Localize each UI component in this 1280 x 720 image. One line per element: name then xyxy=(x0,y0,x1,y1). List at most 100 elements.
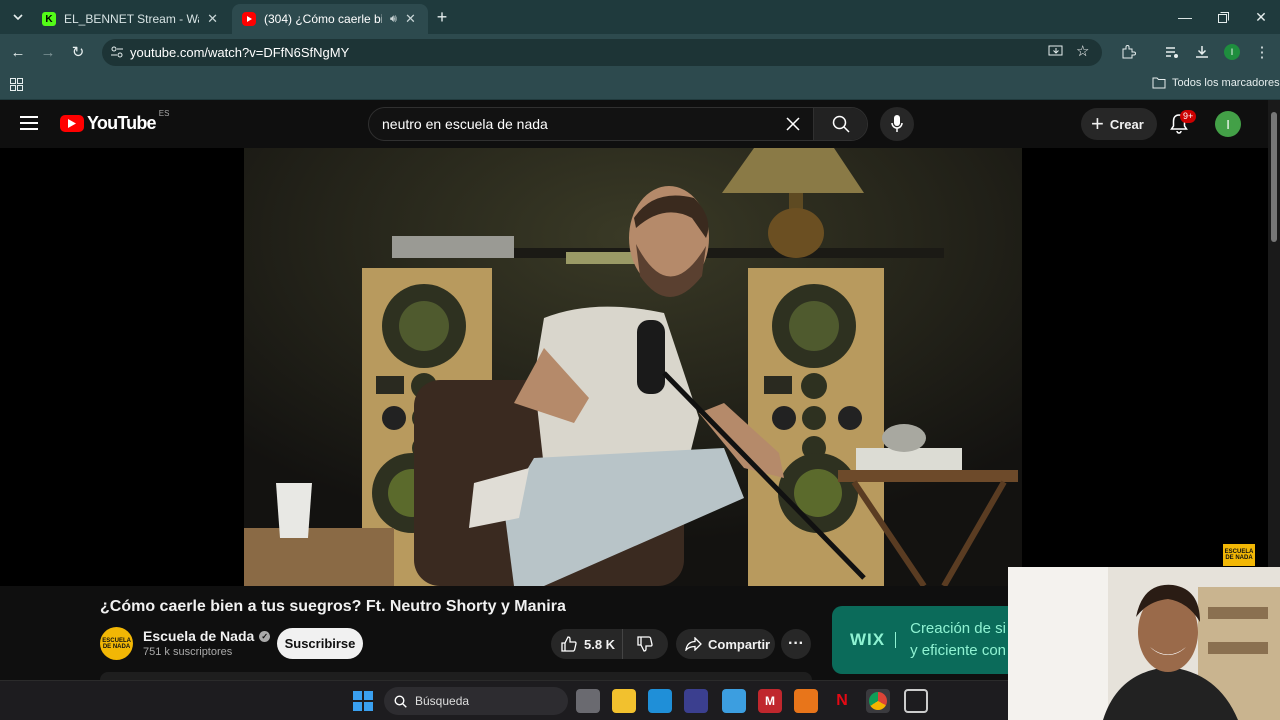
windows-start-icon[interactable] xyxy=(351,689,375,713)
install-app-icon[interactable] xyxy=(1048,43,1064,62)
like-dislike-group: 5.8 K xyxy=(551,629,668,659)
chrome-icon xyxy=(869,692,887,710)
taskbar-search-placeholder: Búsqueda xyxy=(415,694,470,708)
taskbar-search[interactable]: Búsqueda xyxy=(384,687,568,715)
site-info-icon[interactable] xyxy=(110,45,124,62)
share-arrow-icon xyxy=(685,637,702,651)
create-button[interactable]: + Crear xyxy=(1081,108,1157,140)
youtube-header: YouTube ES neutro en escuela de nada + C… xyxy=(0,100,1268,148)
more-menu-icon[interactable]: ⋮ xyxy=(1250,40,1274,64)
netflix-icon[interactable]: N xyxy=(830,689,854,713)
youtube-logo-icon xyxy=(60,115,84,132)
youtube-icon xyxy=(242,12,256,26)
region-code: ES xyxy=(158,109,170,118)
channel-name[interactable]: Escuela de Nada xyxy=(143,628,254,644)
file-explorer-icon[interactable] xyxy=(612,689,636,713)
more-dots-icon: ··· xyxy=(788,635,804,652)
search-icon xyxy=(394,694,407,708)
video-frame[interactable] xyxy=(244,148,1022,586)
plus-icon: + xyxy=(1091,111,1104,136)
webcam-overlay xyxy=(1008,567,1280,720)
user-avatar[interactable]: I xyxy=(1215,111,1241,137)
video-title: ¿Cómo caerle bien a tus suegros? Ft. Neu… xyxy=(100,598,566,615)
weather-app-icon[interactable] xyxy=(722,689,746,713)
like-count: 5.8 K xyxy=(584,636,616,652)
subscribe-button[interactable]: Suscribirse xyxy=(277,628,363,659)
speaker-icon[interactable]: 🔊︎ xyxy=(390,13,397,26)
kick-icon: K xyxy=(42,12,56,26)
task-view-icon[interactable] xyxy=(576,689,600,713)
thumbs-down-icon xyxy=(637,636,653,652)
share-button[interactable]: Compartir xyxy=(676,629,775,659)
tab-title: (304) ¿Cómo caerle bien a tus suegros? xyxy=(264,12,382,26)
description-box[interactable] xyxy=(100,672,812,680)
create-label: Crear xyxy=(1109,116,1144,132)
chrome-taskbar-icon[interactable] xyxy=(866,689,890,713)
youtube-logo-text: YouTube xyxy=(87,113,157,133)
scrollbar-thumb[interactable] xyxy=(1271,112,1277,242)
minimize-icon[interactable]: — xyxy=(1166,0,1204,34)
microphone-icon xyxy=(891,115,903,132)
youtube-logo[interactable]: YouTube ES xyxy=(60,109,169,134)
like-button[interactable]: 5.8 K xyxy=(551,629,623,659)
browser-toolbar: ← → ↻ youtube.com/watch?v=DFfN6SfNgMY ☆ … xyxy=(0,34,1280,70)
tab-kick-stream[interactable]: K EL_BENNET Stream - Watch Live ✕ xyxy=(32,4,228,34)
voice-search-button[interactable] xyxy=(880,107,914,141)
channel-name-row[interactable]: Escuela de Nada ✓ xyxy=(143,628,271,644)
restore-icon[interactable] xyxy=(1204,0,1242,34)
notification-badge: 9+ xyxy=(1180,110,1197,123)
firefox-icon[interactable] xyxy=(794,689,818,713)
edge-icon[interactable] xyxy=(648,689,672,713)
channel-watermark[interactable]: ESCUELA DE NADA xyxy=(1223,544,1255,566)
search-button[interactable] xyxy=(813,108,867,140)
notifications-button[interactable]: 9+ xyxy=(1170,110,1197,139)
tab-close-icon[interactable]: ✕ xyxy=(207,11,218,27)
mcafee-icon[interactable]: M xyxy=(758,689,782,713)
thumbs-up-icon xyxy=(561,636,577,652)
downloads-icon[interactable] xyxy=(1190,40,1214,64)
video-scene xyxy=(244,148,1022,586)
back-icon[interactable]: ← xyxy=(6,40,30,64)
search-icon xyxy=(832,115,850,133)
extensions-icon[interactable] xyxy=(1116,40,1140,64)
close-window-icon[interactable]: ✕ xyxy=(1242,0,1280,34)
channel-avatar[interactable]: ESCUELA DE NADA xyxy=(100,627,133,660)
ad-text-line1: Creación de si xyxy=(910,620,1006,637)
all-bookmarks-button[interactable]: Todos los marcadores xyxy=(1152,77,1280,89)
new-tab-icon[interactable]: + xyxy=(430,5,454,29)
address-bar[interactable]: youtube.com/watch?v=DFfN6SfNgMY ☆ xyxy=(102,39,1102,66)
more-actions-button[interactable]: ··· xyxy=(781,629,811,659)
search-box[interactable]: neutro en escuela de nada xyxy=(368,107,868,141)
hamburger-menu-icon[interactable] xyxy=(20,116,38,135)
tab-search-chevron-icon[interactable] xyxy=(6,5,30,29)
wix-logo: WIX xyxy=(850,630,886,649)
url-text: youtube.com/watch?v=DFfN6SfNgMY xyxy=(130,45,350,60)
wix-ad-banner[interactable]: WIX Creación de si y eficiente con xyxy=(832,606,1032,674)
subscriber-count: 751 k suscriptores xyxy=(143,646,233,658)
ad-text: Creación de si y eficiente con xyxy=(910,618,1006,662)
tab-title: EL_BENNET Stream - Watch Live xyxy=(64,12,199,26)
ad-divider xyxy=(895,632,897,648)
tab-youtube-video[interactable]: (304) ¿Cómo caerle bien a tus suegros? 🔊… xyxy=(232,4,428,34)
bookmarks-bar: Todos los marcadores xyxy=(0,70,1280,100)
webcam-scene xyxy=(1008,567,1280,720)
video-player[interactable]: ESCUELA DE NADA xyxy=(0,148,1268,586)
tab-strip: K EL_BENNET Stream - Watch Live ✕ (304) … xyxy=(0,0,1280,34)
obs-icon[interactable] xyxy=(904,689,928,713)
reload-icon[interactable]: ↻ xyxy=(66,40,90,64)
verified-check-icon: ✓ xyxy=(259,630,271,642)
media-controls-icon[interactable] xyxy=(1160,40,1184,64)
bookmark-star-icon[interactable]: ☆ xyxy=(1076,42,1089,60)
dislike-button[interactable] xyxy=(623,636,667,652)
profile-avatar[interactable]: I xyxy=(1224,44,1240,60)
microsoft-store-icon[interactable] xyxy=(684,689,708,713)
ad-text-line2: y eficiente con xyxy=(910,642,1006,659)
clear-search-icon[interactable] xyxy=(773,116,813,132)
share-label: Compartir xyxy=(708,636,771,652)
forward-icon[interactable]: → xyxy=(36,40,60,64)
apps-grid-icon[interactable] xyxy=(10,78,23,96)
search-input[interactable]: neutro en escuela de nada xyxy=(369,116,773,132)
folder-icon xyxy=(1152,77,1166,89)
tab-close-icon[interactable]: ✕ xyxy=(405,11,416,27)
all-bookmarks-label: Todos los marcadores xyxy=(1172,77,1280,89)
